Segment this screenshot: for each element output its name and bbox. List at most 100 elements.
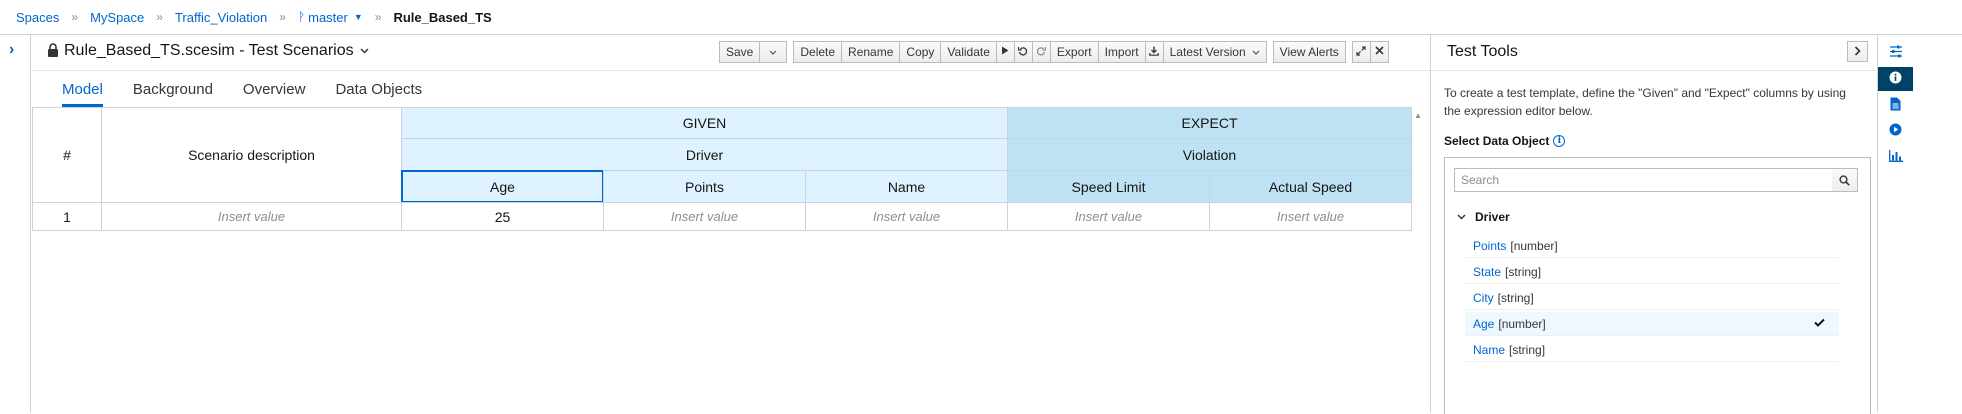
field-name: City	[1473, 290, 1494, 305]
undo-button[interactable]	[1013, 41, 1033, 63]
latest-version-dropdown[interactable]: Latest Version	[1162, 41, 1267, 63]
breadcrumb-current: Rule_Based_TS	[393, 9, 492, 25]
row-description-cell[interactable]: Insert value	[101, 202, 402, 231]
column-header-actual-speed[interactable]: Actual Speed	[1209, 170, 1412, 203]
tab-background[interactable]: Background	[118, 71, 228, 107]
coverage-tool-button[interactable]	[1878, 145, 1913, 169]
cell-speed-limit[interactable]: Insert value	[1007, 202, 1210, 231]
cell-points[interactable]: Insert value	[603, 202, 806, 231]
cell-age[interactable]: 25	[401, 202, 604, 231]
validate-button[interactable]: Validate	[940, 41, 997, 63]
field-item-points[interactable]: Points [number]	[1465, 234, 1839, 258]
column-header-name[interactable]: Name	[805, 170, 1008, 203]
maximize-button[interactable]	[1351, 41, 1371, 63]
expand-icon	[1356, 45, 1366, 59]
collapse-panel-button[interactable]	[1847, 41, 1868, 62]
redo-button[interactable]	[1031, 41, 1051, 63]
run-tests-button[interactable]	[995, 41, 1015, 63]
field-name: Age	[1473, 316, 1495, 331]
expect-header[interactable]: EXPECT	[1007, 107, 1412, 139]
scenario-editor: Rule_Based_TS.scesim - Test Scenarios Sa…	[31, 34, 1430, 413]
breadcrumb-myspace[interactable]: MySpace	[90, 10, 144, 25]
given-header[interactable]: GIVEN	[401, 107, 1008, 139]
latest-version-label: Latest Version	[1169, 45, 1246, 59]
breadcrumb-branch[interactable]: master	[308, 10, 348, 25]
field-type: [string]	[1497, 290, 1534, 305]
copy-button[interactable]: Copy	[899, 41, 942, 63]
field-item-city[interactable]: City [string]	[1465, 286, 1839, 310]
run-tool-button[interactable]	[1878, 119, 1913, 143]
settings-tool-button[interactable]	[1878, 41, 1913, 65]
download-button[interactable]	[1144, 41, 1164, 63]
save-button[interactable]: Save	[719, 41, 761, 63]
select-data-object-label: Select Data Object i	[1444, 134, 1566, 148]
cell-actual-speed[interactable]: Insert value	[1209, 202, 1412, 231]
tab-model[interactable]: Model	[47, 71, 118, 107]
expect-instance-header[interactable]: Violation	[1007, 138, 1412, 171]
info-icon[interactable]: i	[1553, 135, 1566, 147]
tree-root-label: Driver	[1475, 210, 1510, 224]
info-tool-button[interactable]	[1878, 67, 1913, 91]
field-item-state[interactable]: State [string]	[1465, 260, 1839, 284]
chevron-down-icon	[1252, 48, 1260, 57]
document-icon	[1890, 97, 1901, 114]
field-name: State	[1473, 264, 1502, 279]
column-header-age[interactable]: Age	[401, 170, 604, 203]
check-icon	[1814, 316, 1825, 330]
documentation-tool-button[interactable]	[1878, 93, 1913, 117]
field-name: Name	[1473, 342, 1506, 357]
field-name: Points	[1473, 238, 1507, 253]
search-input[interactable]	[1455, 169, 1833, 191]
rename-button[interactable]: Rename	[841, 41, 901, 63]
run-icon	[1889, 123, 1902, 139]
breadcrumb-project[interactable]: Traffic_Violation	[175, 10, 267, 25]
search-icon[interactable]	[1832, 169, 1857, 191]
editor-title-row: Rule_Based_TS.scesim - Test Scenarios Sa…	[31, 35, 1430, 71]
tree-root-driver[interactable]: Driver	[1457, 210, 1510, 224]
select-data-object-text: Select Data Object	[1444, 134, 1550, 148]
close-icon	[1375, 46, 1384, 58]
export-button[interactable]: Export	[1049, 41, 1099, 63]
chevron-down-icon	[360, 46, 369, 57]
chevron-down-icon	[1457, 212, 1466, 223]
field-type: [number]	[1510, 238, 1558, 253]
field-item-age[interactable]: Age [number]	[1465, 312, 1839, 336]
delete-button[interactable]: Delete	[793, 41, 843, 63]
chart-icon	[1888, 149, 1903, 165]
cell-name[interactable]: Insert value	[805, 202, 1008, 231]
breadcrumb-separator: »	[374, 10, 382, 24]
branch-icon: ᚹ	[297, 10, 306, 24]
editor-toolbar: Save Delete Rename Copy Validate Export …	[719, 41, 1389, 63]
download-icon	[1149, 46, 1159, 59]
breadcrumb: Spaces » MySpace » Traffic_Violation » ᚹ…	[0, 0, 1962, 34]
redo-icon	[1036, 46, 1047, 59]
column-header-points[interactable]: Points	[603, 170, 806, 203]
chevron-down-icon[interactable]: ▼	[354, 12, 363, 22]
index-header: #	[32, 107, 102, 203]
field-type: [string]	[1505, 264, 1542, 279]
field-item-name[interactable]: Name [string]	[1465, 338, 1839, 362]
undo-icon	[1018, 46, 1028, 59]
view-alerts-button[interactable]: View Alerts	[1272, 41, 1346, 63]
play-icon	[1001, 46, 1009, 58]
description-header: Scenario description	[101, 107, 402, 203]
save-dropdown-button[interactable]	[759, 41, 788, 63]
chevron-right-icon	[1854, 45, 1861, 59]
row-index[interactable]: 1	[32, 202, 102, 231]
search-box	[1454, 168, 1858, 192]
import-button[interactable]: Import	[1097, 41, 1146, 63]
scroll-up-arrow[interactable]: ▲	[1414, 111, 1422, 120]
settings-sliders-icon	[1889, 45, 1903, 61]
editor-title[interactable]: Rule_Based_TS.scesim - Test Scenarios	[47, 42, 369, 60]
tab-overview[interactable]: Overview	[228, 71, 321, 107]
breadcrumb-spaces[interactable]: Spaces	[16, 10, 59, 25]
chevron-right-icon[interactable]: ›	[9, 41, 14, 59]
test-tools-title: Test Tools	[1447, 43, 1518, 60]
close-editor-button[interactable]	[1369, 41, 1389, 63]
data-object-box: Driver Points [number] State [string] Ci…	[1444, 157, 1871, 414]
given-instance-header[interactable]: Driver	[401, 138, 1008, 171]
column-header-speed-limit[interactable]: Speed Limit	[1007, 170, 1210, 203]
breadcrumb-separator: »	[279, 10, 286, 24]
breadcrumb-separator: »	[156, 10, 163, 24]
tab-data-objects[interactable]: Data Objects	[320, 71, 437, 107]
